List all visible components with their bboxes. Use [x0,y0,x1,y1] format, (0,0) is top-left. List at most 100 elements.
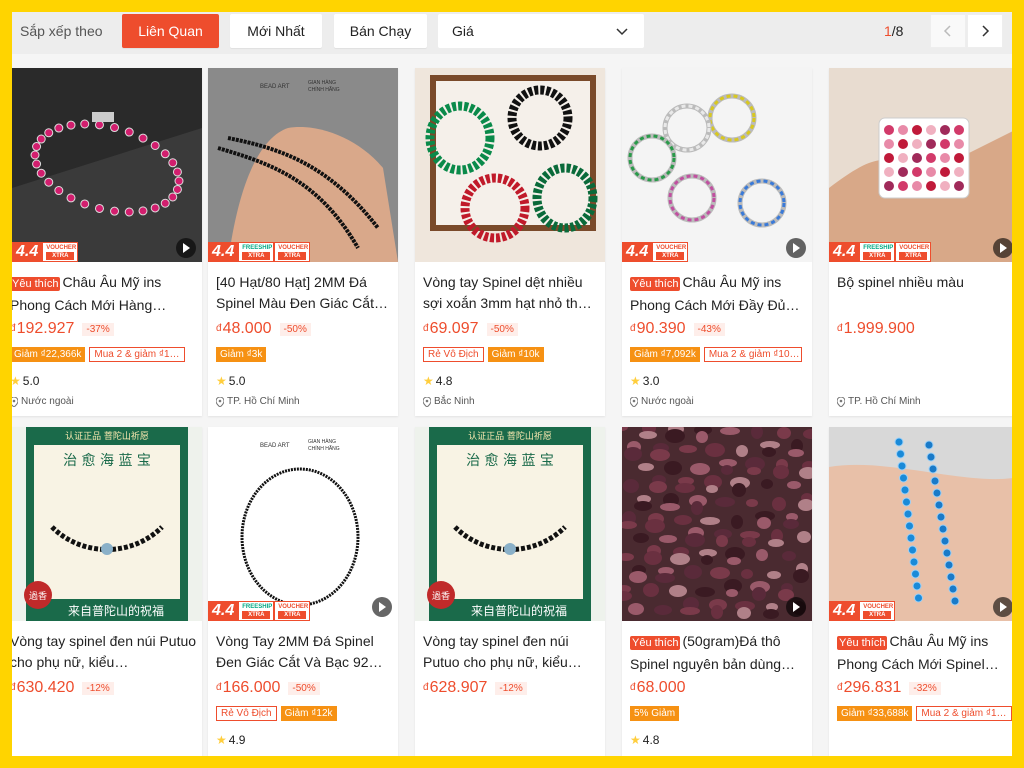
price-value: 69.097 [429,320,479,337]
product-title[interactable]: Bộ spinel nhiều màu [837,272,1012,314]
product-card[interactable]: Vòng tay Spinel dệt nhiều sợi xoắn 3mm h… [415,68,605,416]
price-row: đ1.999.900 [837,320,1012,338]
promo-chip: Giảm ₫33,688k [837,706,913,721]
favorite-tag: Yêu thích [630,277,681,291]
price-row: đ90.390 -43% [630,320,806,338]
product-title-text: Bộ spinel nhiều màu [837,274,964,290]
promo-chip: Rẻ Vô Địch [216,706,277,721]
price-value: 90.390 [636,320,686,337]
rating: ★ 5.0 [216,374,392,388]
price-row: đ192.927 -37% [12,320,114,338]
voucher-badge: VOUCHER XTRA [274,601,311,621]
product-title[interactable]: Vòng tay spinel đen núi Putuo cho phụ nữ… [12,631,200,673]
location-text: Bắc Ninh [434,396,475,407]
product-image[interactable] [829,427,1012,621]
price-sort-select[interactable]: Giá [438,14,644,48]
product-image[interactable]: 认证正品 菩陀山祈愿治 愈 海 蓝 宝来自普陀山的祝福 過香 [415,427,605,621]
rating-value: 4.8 [642,733,660,747]
price-value: 630.420 [16,679,75,696]
svg-text:過香: 過香 [29,591,47,602]
product-card[interactable]: BEAD ART GIAN HÀNG CHÍNH HÃNG 4.4 FREESHIP XT… [208,427,398,756]
rating-value: 5.0 [22,374,40,388]
search-results-viewport: Sắp xếp theo Liên Quan Mới Nhất Bán Chạy… [12,12,1012,756]
product-image[interactable] [622,427,812,621]
promo-chips: Giảm ₫22,366k Mua 2 & giảm ₫1… [12,347,185,362]
currency-symbol: đ [12,682,16,693]
product-title[interactable]: Vòng tay Spinel dệt nhiều sợi xoắn 3mm h… [423,272,599,314]
location: Bắc Ninh [423,396,599,407]
next-page-button[interactable] [967,14,1003,48]
play-video-icon[interactable] [993,597,1012,617]
product-title[interactable]: Yêu thích Châu Âu Mỹ ins Phong Cách Mới S… [837,631,1012,673]
play-video-icon[interactable] [786,597,806,617]
product-card[interactable]: 认证正品 菩陀山祈愿治 愈 海 蓝 宝来自普陀山的祝福 過香 Vòng tay sp… [415,427,605,756]
product-image[interactable] [415,68,605,262]
promo-chip: Mua 2 & giảm ₫10… [703,347,802,362]
favorite-tag: Yêu thích [630,636,681,650]
product-card[interactable]: 4.4 VOUCHER XTRA Yêu thích Châu Âu Mỹ ins Ph… [622,68,812,416]
product-title[interactable]: Yêu thích (50gram)Đá thô Spinel nguyên bả… [630,631,806,673]
location-text: TP. Hồ Chí Minh [227,396,300,407]
promo-chip: Mua 2 & giảm ₫1… [89,347,185,362]
freeship-badge: FREESHIP XTRA [859,242,896,262]
product-title-text: Vòng tay spinel đen núi Putuo cho phụ nữ… [423,633,582,670]
star-icon: ★ [630,733,641,747]
rating-value: 4.9 [228,733,246,747]
product-title[interactable]: [40 Hạt/80 Hạt] 2MM Đá Spinel Màu Đen Gi… [216,272,392,314]
play-video-icon[interactable] [372,597,392,617]
product-price: đ192.927 [12,320,74,338]
play-video-icon[interactable] [786,238,806,258]
favorite-tag: Yêu thích [12,277,61,291]
chevron-down-icon [616,28,628,36]
svg-text:来自普陀山的祝福: 来自普陀山的祝福 [471,603,567,618]
prev-page-button[interactable] [930,14,966,48]
voucher-badge: VOUCHER XTRA [42,242,79,262]
sort-relevance-button[interactable]: Liên Quan [122,14,219,48]
currency-symbol: đ [423,323,429,334]
promo-chips: Giảm ₫33,688k Mua 2 & giảm ₫1… [837,706,1012,721]
product-title[interactable]: Yêu thích Châu Âu Mỹ ins Phong Cách Mới H… [12,272,200,314]
play-video-icon[interactable] [176,238,196,258]
rating: ★ 4.9 [216,733,392,747]
svg-text:认证正品 菩陀山祈愿: 认证正品 菩陀山祈愿 [468,430,552,442]
rating: ★ 5.0 [12,374,39,388]
rating: ★ 4.8 [630,733,806,747]
discount-badge: -50% [486,322,518,336]
product-title-text: [40 Hạt/80 Hạt] 2MM Đá Spinel Màu Đen Gi… [216,274,388,311]
product-image[interactable] [12,68,202,262]
sort-bestseller-button[interactable]: Bán Chạy [334,14,427,48]
product-image[interactable]: BEAD ART GIAN HÀNG CHÍNH HÃNG [208,68,398,262]
rating: ★ 3.0 [630,374,806,388]
product-price: đ90.390 [630,320,686,338]
product-title[interactable]: Yêu thích Châu Âu Mỹ ins Phong Cách Mới Đ… [630,272,806,314]
discount-badge: -12% [82,681,114,695]
product-title[interactable]: Vòng tay spinel đen núi Putuo cho phụ nữ… [423,631,599,673]
sort-newest-button[interactable]: Mới Nhất [230,14,322,48]
product-image[interactable] [622,68,812,262]
product-title-text: Vòng tay spinel đen núi Putuo cho phụ nữ… [12,633,197,670]
star-icon: ★ [216,374,227,388]
page-current: 1 [884,23,892,39]
product-title[interactable]: Vòng Tay 2MM Đá Spinel Đen Giác Cắt Và B… [216,631,392,673]
product-card[interactable]: 4.4 VOUCHER XTRA Yêu thích Châu Âu Mỹ ins Ph… [12,68,202,416]
product-card[interactable]: Yêu thích (50gram)Đá thô Spinel nguyên bả… [622,427,812,756]
product-image[interactable]: 认证正品 菩陀山祈愿治 愈 海 蓝 宝来自普陀山的祝福 過香 [12,427,202,621]
product-card[interactable]: 认证正品 菩陀山祈愿治 愈 海 蓝 宝来自普陀山的祝福 過香 Vòng tay sp… [12,427,202,756]
product-card[interactable]: 4.4 FREESHIP XTRA VOUCHER XTRA Bộ spinel nhiề… [829,68,1012,416]
product-card[interactable]: BEAD ART GIAN HÀNG CHÍNH HÃNG 4.4 FREESHIP XT… [208,68,398,416]
location-pin-icon [12,396,18,407]
svg-text:认证正品 菩陀山祈愿: 认证正品 菩陀山祈愿 [65,430,149,442]
product-card[interactable]: 4.4 VOUCHER XTRA Yêu thích Châu Âu Mỹ ins Ph… [829,427,1012,756]
product-price: đ1.999.900 [837,320,915,338]
promo-chips: Rẻ Vô Địch Giảm ₫10k [423,347,599,362]
promo-chip: 5% Giảm [630,706,680,721]
play-video-icon[interactable] [993,238,1012,258]
product-image[interactable] [829,68,1012,262]
location: Nước ngoài [630,396,806,407]
currency-symbol: đ [630,323,636,334]
product-price: đ630.420 [12,679,74,697]
star-icon: ★ [216,733,227,747]
product-image[interactable]: BEAD ART GIAN HÀNG CHÍNH HÃNG [208,427,398,621]
product-title-text: Vòng tay Spinel dệt nhiều sợi xoắn 3mm h… [423,274,592,311]
discount-badge: -43% [693,322,725,336]
